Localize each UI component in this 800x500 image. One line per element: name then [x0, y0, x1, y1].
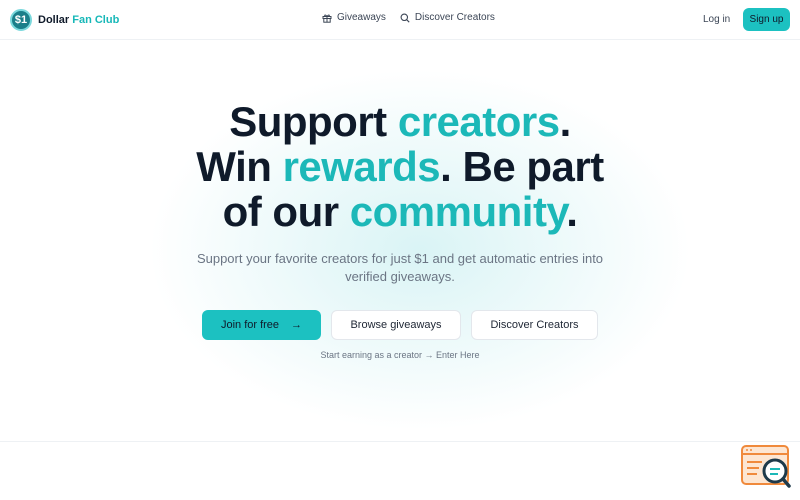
hero-text: Support: [229, 98, 398, 145]
hero-title: Support creators. Win rewards. Be part o…: [100, 99, 700, 234]
hero-subtitle: Support your favorite creators for just …: [196, 251, 604, 284]
hero-text: . Be part: [440, 143, 604, 190]
section-divider: [0, 441, 800, 442]
brand-name: Dollar Fan Club: [38, 14, 119, 26]
browse-giveaways-button[interactable]: Browse giveaways: [331, 310, 461, 340]
hero-text: .: [559, 98, 572, 145]
hero-title-line-3: of our community.: [223, 188, 578, 235]
hero-title-line-2: Win rewards. Be part: [196, 143, 604, 190]
nav-discover-creators[interactable]: Discover Creators: [400, 12, 495, 23]
hero-text: .: [566, 188, 578, 235]
brand-name-dollar: Dollar: [38, 14, 70, 26]
hero-title-line-1: Support creators.: [229, 98, 571, 145]
nav-giveaways-label: Giveaways: [337, 12, 386, 23]
chat-widget-icon: [741, 445, 791, 488]
chat-widget-button[interactable]: [740, 445, 792, 489]
nav-giveaways[interactable]: Giveaways: [322, 12, 386, 23]
brand-link[interactable]: $1 Dollar Fan Club: [10, 8, 119, 32]
creator-signup-link[interactable]: Start earning as a creator → Enter Here: [250, 350, 550, 360]
main-nav: Giveaways Discover Creators: [322, 12, 509, 23]
discover-creators-button[interactable]: Discover Creators: [471, 310, 598, 340]
hero-text: of our: [222, 188, 350, 235]
join-for-free-button[interactable]: Join for free →: [202, 310, 321, 340]
login-link[interactable]: Log in: [703, 14, 730, 25]
hero-highlight-community: community: [349, 188, 567, 235]
join-for-free-label: Join for free: [220, 319, 280, 331]
arrow-right-icon: →: [291, 319, 303, 331]
top-navbar: $1 Dollar Fan Club Giveaways Discover Cr…: [0, 0, 800, 40]
signup-button[interactable]: Sign up: [743, 8, 790, 31]
hero-highlight-rewards: rewards: [282, 143, 441, 190]
hero-highlight-creators: creators: [397, 98, 560, 145]
search-icon: [400, 13, 410, 23]
nav-discover-creators-label: Discover Creators: [414, 12, 495, 23]
logo-icon: $1: [10, 9, 32, 31]
brand-name-fan-club: Fan Club: [72, 14, 120, 26]
hero-text: Win: [196, 143, 283, 190]
gift-icon: [322, 14, 332, 23]
